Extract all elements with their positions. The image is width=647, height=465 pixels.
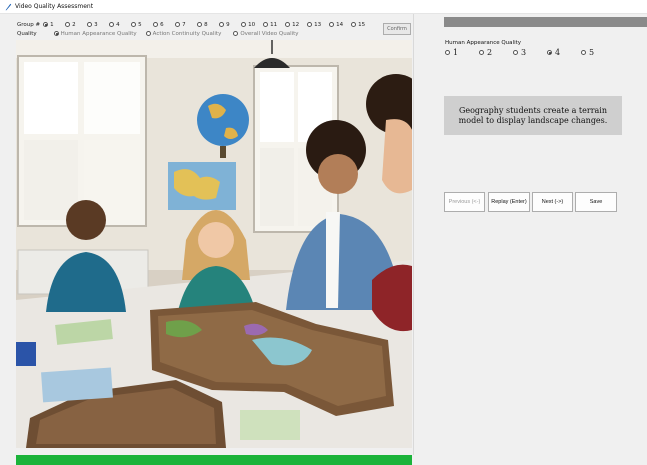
radio-icon[interactable] xyxy=(513,50,518,55)
quality-label: Quality xyxy=(17,30,37,37)
radio-icon[interactable] xyxy=(581,50,586,55)
radio-icon[interactable] xyxy=(197,22,203,27)
feather-icon xyxy=(5,3,12,10)
group-option-label: 3 xyxy=(94,21,98,28)
classroom-scene-image xyxy=(16,40,412,448)
group-option-2[interactable]: 2 xyxy=(65,22,87,28)
save-button[interactable]: Save xyxy=(575,192,617,212)
group-option-6[interactable]: 6 xyxy=(153,22,175,28)
video-caption: Geography students create a terrain mode… xyxy=(444,96,622,135)
rating-option-1[interactable]: 1 xyxy=(445,48,479,57)
rating-label: Human Appearance Quality xyxy=(445,40,522,46)
group-option-label: 1 xyxy=(50,21,54,28)
window-title: Video Quality Assessment xyxy=(15,3,94,10)
radio-icon[interactable] xyxy=(131,22,137,27)
quality-selector: Quality Human Appearance Quality Action C… xyxy=(17,29,311,38)
radio-icon[interactable] xyxy=(43,22,49,27)
radio-icon[interactable] xyxy=(307,22,313,27)
radio-icon[interactable] xyxy=(109,22,115,27)
rating-option-4[interactable]: 4 xyxy=(547,48,581,57)
group-option-label: 8 xyxy=(204,21,208,28)
group-option-3[interactable]: 3 xyxy=(87,22,109,28)
rating-option-5[interactable]: 5 xyxy=(581,48,615,57)
rating-option-3[interactable]: 3 xyxy=(513,48,547,57)
rating-option-label: 1 xyxy=(453,48,459,57)
radio-icon[interactable] xyxy=(175,22,181,27)
confirm-button[interactable]: Confirm xyxy=(383,23,411,35)
rating-option-label: 5 xyxy=(589,48,595,57)
group-option-label: 13 xyxy=(314,21,322,28)
group-option-label: 15 xyxy=(358,21,366,28)
rating-option-label: 4 xyxy=(555,48,561,57)
group-option-5[interactable]: 5 xyxy=(131,22,153,28)
group-option-10[interactable]: 10 xyxy=(241,22,263,28)
group-option-label: 2 xyxy=(72,21,76,28)
group-option-4[interactable]: 4 xyxy=(109,22,131,28)
next-button[interactable]: Next (->) xyxy=(532,192,573,212)
radio-icon[interactable] xyxy=(53,31,59,36)
quality-option-2[interactable]: Action Continuity Quality xyxy=(145,30,222,37)
quality-option-label: Overall Video Quality xyxy=(240,30,299,37)
group-option-label: 10 xyxy=(248,21,256,28)
group-option-label: 5 xyxy=(138,21,142,28)
group-option-1[interactable]: 1 xyxy=(43,22,65,28)
radio-icon[interactable] xyxy=(285,22,291,27)
group-option-7[interactable]: 7 xyxy=(175,22,197,28)
rating-option-label: 2 xyxy=(487,48,493,57)
radio-icon[interactable] xyxy=(351,22,357,27)
group-option-label: 14 xyxy=(336,21,344,28)
group-selector: Group # 1 2 3 4 5 6 7 8 9 10 11 12 13 14 15 xyxy=(17,20,373,29)
radio-icon[interactable] xyxy=(65,22,71,27)
group-option-label: 12 xyxy=(292,21,300,28)
replay-button[interactable]: Replay (Enter) xyxy=(488,192,530,212)
quality-option-label: Action Continuity Quality xyxy=(152,30,222,37)
radio-icon[interactable] xyxy=(547,50,552,55)
radio-icon[interactable] xyxy=(241,22,247,27)
video-frame[interactable] xyxy=(16,40,412,448)
previous-button[interactable]: Previous (<-) xyxy=(444,192,485,212)
group-option-label: 6 xyxy=(160,21,164,28)
video-progress-bar xyxy=(16,455,412,465)
radio-icon[interactable] xyxy=(329,22,335,27)
group-option-14[interactable]: 14 xyxy=(329,22,351,28)
quality-option-3[interactable]: Overall Video Quality xyxy=(233,30,299,37)
radio-icon[interactable] xyxy=(219,22,225,27)
radio-icon[interactable] xyxy=(263,22,269,27)
quality-option-label: Human Appearance Quality xyxy=(60,30,137,37)
top-status-bar xyxy=(444,17,647,27)
title-bar: Video Quality Assessment xyxy=(0,0,647,14)
group-option-12[interactable]: 12 xyxy=(285,22,307,28)
radio-icon[interactable] xyxy=(479,50,484,55)
rating-option-label: 3 xyxy=(521,48,527,57)
radio-icon[interactable] xyxy=(145,31,151,36)
radio-icon[interactable] xyxy=(233,31,239,36)
group-option-15[interactable]: 15 xyxy=(351,22,373,28)
group-option-8[interactable]: 8 xyxy=(197,22,219,28)
group-option-label: 9 xyxy=(226,21,230,28)
radio-icon[interactable] xyxy=(87,22,93,27)
radio-icon[interactable] xyxy=(153,22,159,27)
group-option-11[interactable]: 11 xyxy=(263,22,285,28)
group-option-label: 11 xyxy=(270,21,278,28)
right-panel: Human Appearance Quality 1 2 3 4 5 Geography… xyxy=(415,14,647,455)
radio-icon[interactable] xyxy=(445,50,450,55)
group-label: Group # xyxy=(17,21,41,28)
group-option-label: 4 xyxy=(116,21,120,28)
group-option-13[interactable]: 13 xyxy=(307,22,329,28)
rating-option-2[interactable]: 2 xyxy=(479,48,513,57)
quality-option-1[interactable]: Human Appearance Quality xyxy=(53,30,137,37)
left-panel: Group # 1 2 3 4 5 6 7 8 9 10 11 12 13 14 15 Quality Hu… xyxy=(0,14,414,465)
group-option-label: 7 xyxy=(182,21,186,28)
video-progress-fill xyxy=(16,455,412,465)
group-option-9[interactable]: 9 xyxy=(219,22,241,28)
rating-options: 1 2 3 4 5 xyxy=(445,48,615,57)
